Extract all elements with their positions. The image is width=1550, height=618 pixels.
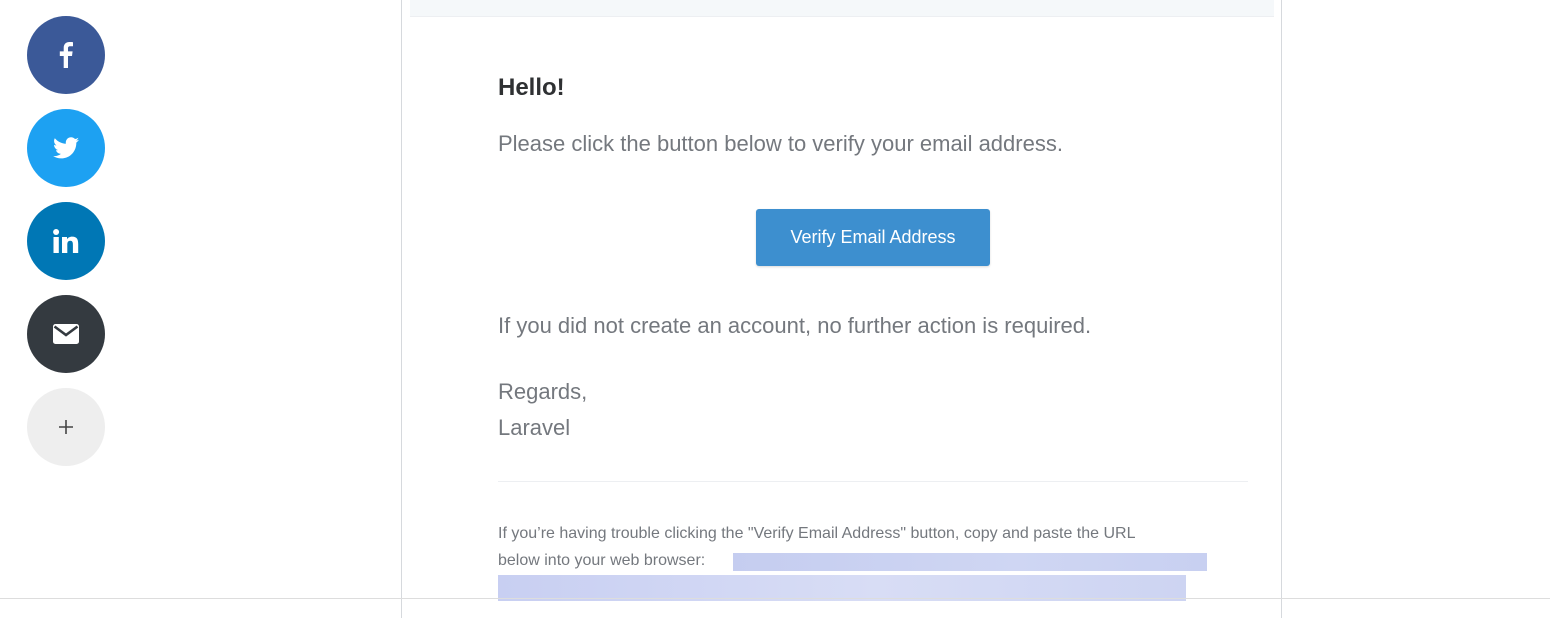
- more-share-button[interactable]: [27, 388, 105, 466]
- plus-icon: [58, 419, 74, 435]
- twitter-icon: [53, 137, 79, 159]
- facebook-share-button[interactable]: [27, 16, 105, 94]
- email-share-button[interactable]: [27, 295, 105, 373]
- subcopy-line-1: If you’re having trouble clicking the "V…: [498, 525, 1136, 542]
- outro-text: If you did not create an account, no fur…: [498, 313, 1092, 338]
- divider: [498, 481, 1248, 482]
- intro-text: Please click the button below to verify …: [498, 131, 1063, 156]
- verification-url-link[interactable]: [733, 553, 1207, 571]
- sender-name: Laravel: [498, 415, 571, 440]
- bottom-divider: [0, 598, 1550, 599]
- email-preview: Hello! Please click the button below to …: [401, 0, 1282, 618]
- share-sidebar: [27, 16, 105, 481]
- linkedin-icon: [53, 229, 79, 253]
- email-header: [410, 0, 1274, 17]
- greeting-heading: Hello!: [498, 74, 565, 101]
- verify-email-button[interactable]: Verify Email Address: [756, 209, 990, 266]
- linkedin-share-button[interactable]: [27, 202, 105, 280]
- subcopy-line-2: below into your web browser:: [498, 552, 706, 569]
- twitter-share-button[interactable]: [27, 109, 105, 187]
- envelope-icon: [53, 324, 79, 344]
- signature: Regards, Laravel: [498, 374, 587, 446]
- salutation: Regards,: [498, 379, 588, 404]
- facebook-icon: [59, 42, 73, 68]
